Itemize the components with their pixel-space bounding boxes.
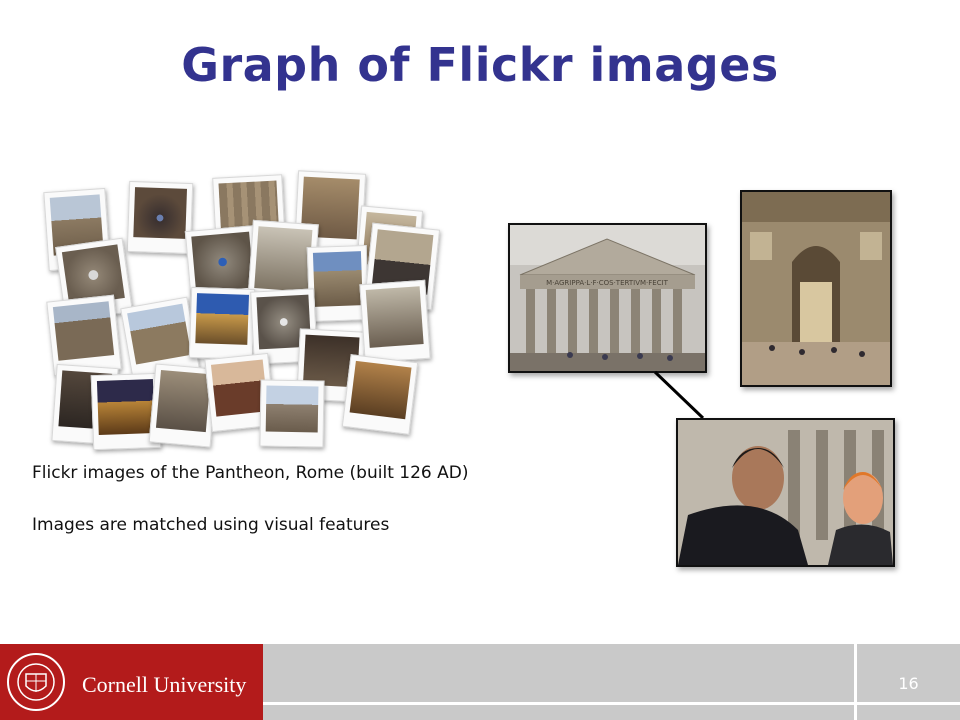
page-number: 16: [898, 674, 919, 693]
collage-photo: [341, 354, 419, 435]
pantheon-inscription: M·AGRIPPA·L·F·COS·TERTIVM·FECIT: [546, 279, 669, 287]
caption-flickr-images: Flickr images of the Pantheon, Rome (bui…: [32, 463, 469, 483]
pantheon-photo-collage: [40, 170, 441, 455]
collage-photo: [126, 180, 194, 255]
collage-photo: [259, 379, 325, 448]
university-name: Cornell University: [82, 672, 247, 697]
footer-logo-block: Cornell University: [0, 644, 263, 720]
slide-footer: Cornell University 16: [0, 644, 960, 720]
people-at-pantheon-photo: [676, 418, 895, 567]
collage-photo: [188, 286, 256, 361]
collage-photo: [359, 279, 431, 364]
pantheon-exterior-photo: M·AGRIPPA·L·F·COS·TERTIVM·FECIT: [508, 223, 707, 373]
cornell-seal-icon: [7, 653, 65, 711]
slide-title: Graph of Flickr images: [181, 38, 779, 92]
caption-visual-features: Images are matched using visual features: [32, 515, 390, 535]
pantheon-interior-photo: [740, 190, 892, 387]
